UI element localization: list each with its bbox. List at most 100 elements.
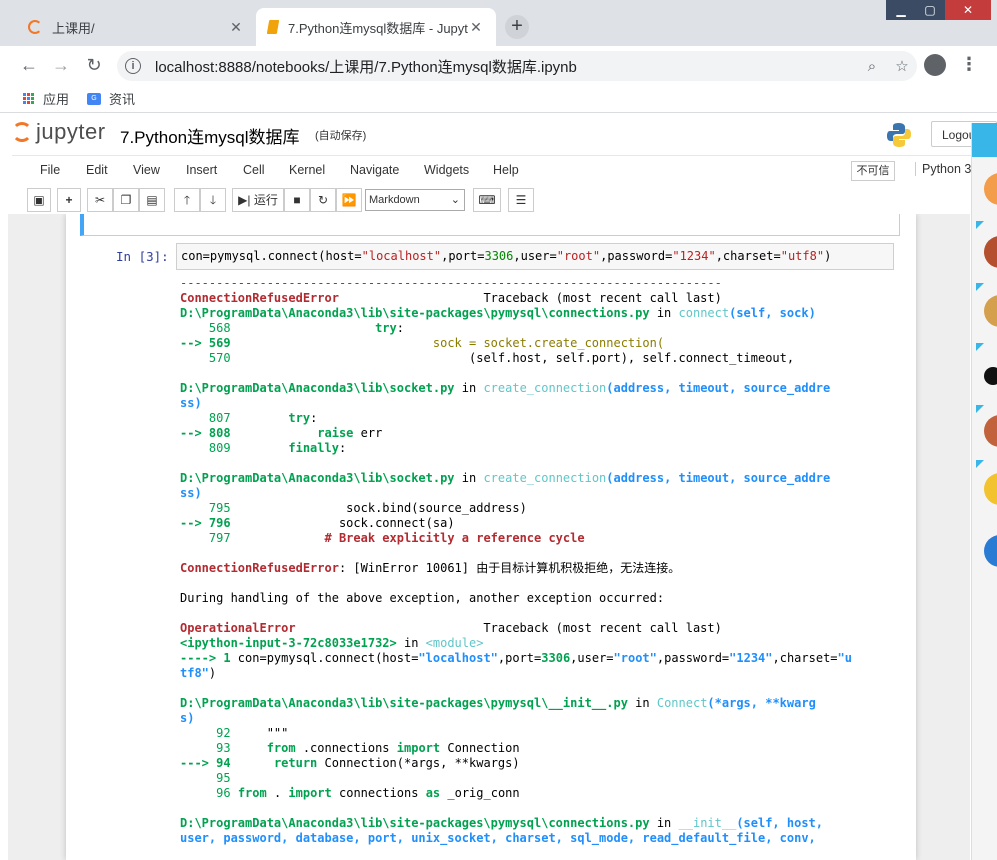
previous-cell[interactable]: [80, 214, 900, 236]
traceback-segment: [231, 741, 267, 755]
reload-icon[interactable]: ↻: [83, 54, 105, 76]
cell-type-select[interactable]: Markdown ⌄: [365, 189, 465, 211]
traceback-segment: in: [396, 636, 426, 650]
traceback-line: [180, 606, 900, 621]
browser-menu-icon[interactable]: ⋮: [960, 54, 978, 75]
site-info-icon[interactable]: i: [125, 58, 141, 74]
menu-cell[interactable]: Cell: [243, 163, 265, 177]
contact-avatar[interactable]: [984, 295, 997, 327]
maximize-icon[interactable]: ▢: [915, 0, 945, 20]
save-icon[interactable]: ▣: [27, 188, 51, 212]
traceback-line: user, password, database, port, unix_soc…: [180, 831, 900, 846]
window-close-icon[interactable]: ✕: [945, 0, 991, 20]
traceback-segment: D:\ProgramData\Anaconda3\lib\socket.py: [180, 381, 455, 395]
side-floating-panel: [971, 123, 997, 860]
traceback-segment: __init__: [678, 816, 737, 830]
menu-edit[interactable]: Edit: [86, 163, 108, 177]
traceback-segment: in: [454, 381, 484, 395]
input-prompt: In [3]:: [116, 249, 169, 264]
traceback-segment: sock.bind(source_address): [230, 501, 527, 515]
flag-marker: [976, 460, 984, 468]
traceback-segment: (self, sock): [729, 306, 816, 320]
menu-view[interactable]: View: [133, 163, 160, 177]
move-up-icon[interactable]: 🡑: [174, 188, 200, 212]
bookmark-label: 资讯: [109, 92, 136, 107]
traceback-line: 570 (self.host, self.port), self.connect…: [180, 351, 900, 366]
contact-avatar[interactable]: [984, 535, 997, 567]
flag-marker: [976, 343, 984, 351]
traceback-segment: 807: [180, 411, 231, 425]
bookmark-star-icon[interactable]: ☆: [887, 57, 917, 75]
contact-avatar[interactable]: [984, 473, 997, 505]
interrupt-icon[interactable]: ■: [284, 188, 310, 212]
menu-widgets[interactable]: Widgets: [424, 163, 469, 177]
bookmark-apps[interactable]: 应用: [23, 89, 69, 108]
traceback-line: 809 finally:: [180, 441, 900, 456]
paste-icon[interactable]: ▤: [139, 188, 165, 212]
cut-icon[interactable]: ✂: [87, 188, 113, 212]
zoom-icon[interactable]: ⌕: [857, 58, 887, 75]
traceback-line: 797 # Break explicitly a reference cycle: [180, 531, 900, 546]
panel-header[interactable]: [972, 123, 997, 157]
back-arrow-icon[interactable]: ←: [18, 54, 40, 76]
url-omnibox[interactable]: i localhost:8888/notebooks/上课用/7.Python连…: [117, 51, 917, 81]
notebook-title[interactable]: 7.Python连mysql数据库: [120, 123, 300, 148]
traceback-segment: # Break explicitly a reference cycle: [230, 531, 585, 545]
move-down-icon[interactable]: 🡓: [200, 188, 226, 212]
traceback-line: 95: [180, 771, 900, 786]
copy-icon[interactable]: ❐: [113, 188, 139, 212]
traceback-line: 92 """: [180, 726, 900, 741]
account-icon[interactable]: [924, 54, 946, 76]
jupyter-logo[interactable]: jupyter: [12, 119, 106, 145]
trusted-indicator[interactable]: 不可信: [851, 161, 895, 181]
traceback-segment: [231, 321, 376, 335]
minimize-icon[interactable]: ▁: [886, 0, 916, 20]
browser-tab-1[interactable]: 上课用/ ✕: [16, 8, 256, 46]
traceback-segment: Connect: [656, 696, 708, 710]
tab-close-icon[interactable]: ✕: [468, 19, 484, 36]
traceback-segment: ----> 1: [180, 651, 231, 665]
insert-cell-icon[interactable]: +: [57, 188, 81, 212]
traceback-segment: :: [338, 441, 347, 455]
traceback-segment: from: [266, 741, 296, 755]
url-text[interactable]: localhost:8888/notebooks/上课用/7.Python连my…: [155, 56, 857, 77]
bookmarks-bar: 应用 G 资讯: [0, 84, 997, 113]
contact-avatar[interactable]: [984, 173, 997, 205]
flag-marker: [976, 405, 984, 413]
traceback-segment: connect: [678, 306, 730, 320]
traceback-segment: ss): [180, 486, 202, 500]
new-tab-button[interactable]: +: [505, 15, 529, 39]
restart-run-all-icon[interactable]: ⏩: [336, 188, 362, 212]
forward-arrow-icon[interactable]: →: [50, 54, 72, 76]
traceback-segment: 795: [180, 501, 231, 515]
menu-file[interactable]: File: [40, 163, 60, 177]
code-input[interactable]: con=pymysql.connect(host="localhost",por…: [176, 243, 894, 270]
tab-close-icon[interactable]: ✕: [228, 19, 244, 36]
traceback-segment: in: [454, 471, 484, 485]
traceback-line: [180, 801, 900, 816]
contact-avatar[interactable]: [984, 367, 997, 385]
traceback-segment: OperationalError: [180, 621, 296, 635]
restart-icon[interactable]: ↻: [310, 188, 336, 212]
traceback-line: [180, 456, 900, 471]
browser-tab-2[interactable]: 7.Python连mysql数据库 - Jupyt ✕: [256, 8, 496, 46]
cell-type-value: Markdown: [369, 194, 420, 206]
menu-help[interactable]: Help: [493, 163, 519, 177]
traceback-segment: "u: [837, 651, 852, 665]
contact-avatar[interactable]: [984, 415, 997, 447]
traceback-line: --> 569 sock = socket.create_connection(: [180, 336, 900, 351]
bookmark-label: 应用: [43, 92, 70, 107]
traceback-line: D:\ProgramData\Anaconda3\lib\socket.py i…: [180, 471, 900, 486]
menu-navigate[interactable]: Navigate: [350, 163, 399, 177]
jupyter-logo-icon: [12, 122, 32, 142]
traceback-segment: con=pymysql.connect(host=: [230, 651, 419, 665]
menu-kernel[interactable]: Kernel: [289, 163, 325, 177]
traceback-line: 96 from . import connections as _orig_co…: [180, 786, 900, 801]
bookmark-news[interactable]: G 资讯: [87, 89, 135, 108]
keyboard-icon[interactable]: ⌨: [473, 188, 501, 212]
contact-avatar[interactable]: [984, 236, 997, 268]
run-button[interactable]: ▶| 运行: [232, 188, 284, 212]
traceback-segment: (address, timeout, source_addre: [606, 381, 831, 395]
command-palette-icon[interactable]: ☰: [508, 188, 534, 212]
menu-insert[interactable]: Insert: [186, 163, 217, 177]
